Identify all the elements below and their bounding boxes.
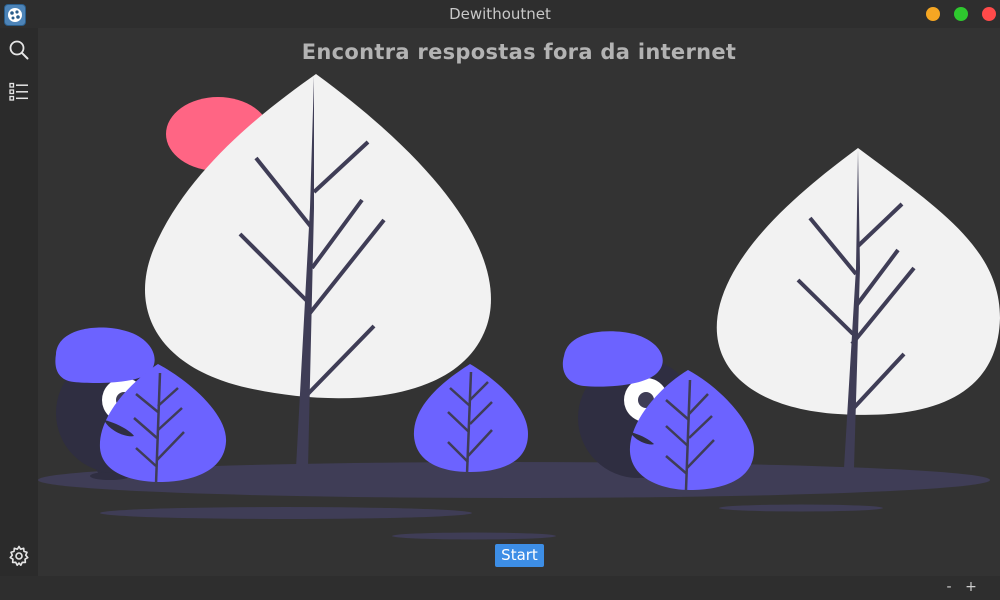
search-icon[interactable] [7,38,31,62]
main-content: Encontra respostas fora da internet Star… [38,28,1000,576]
minimize-button[interactable] [926,7,940,21]
zoom-out-button[interactable]: - [941,578,957,596]
status-bar: - + [0,576,1000,600]
window-title: Dewithoutnet [449,5,551,23]
maximize-button[interactable] [954,7,968,21]
zoom-in-button[interactable]: + [963,578,979,596]
start-button[interactable]: Start [495,544,544,567]
sidebar [0,28,38,576]
list-icon[interactable] [7,80,31,104]
close-button[interactable] [982,7,996,21]
gear-icon[interactable] [7,544,31,568]
app-window: Dewithoutnet Encontra respostas fora da … [0,0,1000,600]
page-title: Encontra respostas fora da internet [301,40,737,64]
title-bar[interactable]: Dewithoutnet [0,0,1000,28]
forest-illustration [38,74,1000,540]
